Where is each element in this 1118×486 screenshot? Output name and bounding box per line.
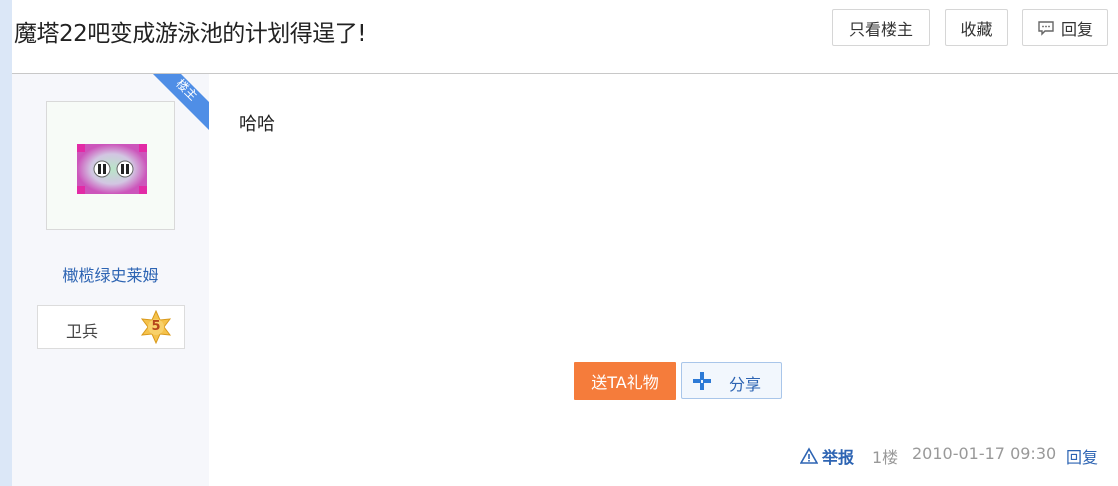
share-label: 分享 [729, 375, 762, 394]
level-badge: 5 [139, 309, 173, 345]
post-content: 哈哈 [239, 114, 275, 135]
favorite-label: 收藏 [960, 19, 993, 39]
author-name[interactable]: 橄榄绿史莱姆 [12, 262, 209, 286]
only-author-label: 只看楼主 [848, 19, 913, 39]
member-rank[interactable]: 卫兵 5 [37, 305, 185, 349]
level-number: 5 [151, 319, 161, 334]
floor-number: 1楼 [872, 448, 899, 467]
reply-label: 回复 [1060, 19, 1093, 39]
comment-icon [1037, 19, 1055, 37]
report-link[interactable]: 举报 [799, 444, 855, 468]
report-label: 举报 [822, 448, 855, 467]
reply-button[interactable]: 回复 [1022, 9, 1108, 46]
author-panel: 楼主 橄榄绿史莱姆 卫兵 5 [12, 74, 209, 486]
thread-title: 魔塔22吧变成游泳池的计划得逞了! [14, 21, 367, 47]
send-gift-button[interactable]: 送TA礼物 [574, 362, 676, 400]
share-button[interactable]: 分享 [681, 362, 782, 399]
send-gift-label: 送TA礼物 [591, 373, 659, 392]
rank-title: 卫兵 [66, 322, 99, 341]
slime-avatar-image [47, 102, 174, 229]
thread-header: 魔塔22吧变成游泳池的计划得逞了! 只看楼主 收藏 回复 [12, 0, 1118, 74]
reply-link[interactable]: 回复 [1066, 444, 1098, 468]
warning-icon [799, 447, 819, 465]
favorite-button[interactable]: 收藏 [945, 9, 1008, 46]
avatar[interactable] [46, 101, 175, 230]
only-author-button[interactable]: 只看楼主 [832, 9, 930, 46]
plus-icon [692, 371, 712, 391]
post-datetime: 2010-01-17 09:30 [912, 444, 1057, 463]
left-edge-strip [0, 0, 12, 486]
